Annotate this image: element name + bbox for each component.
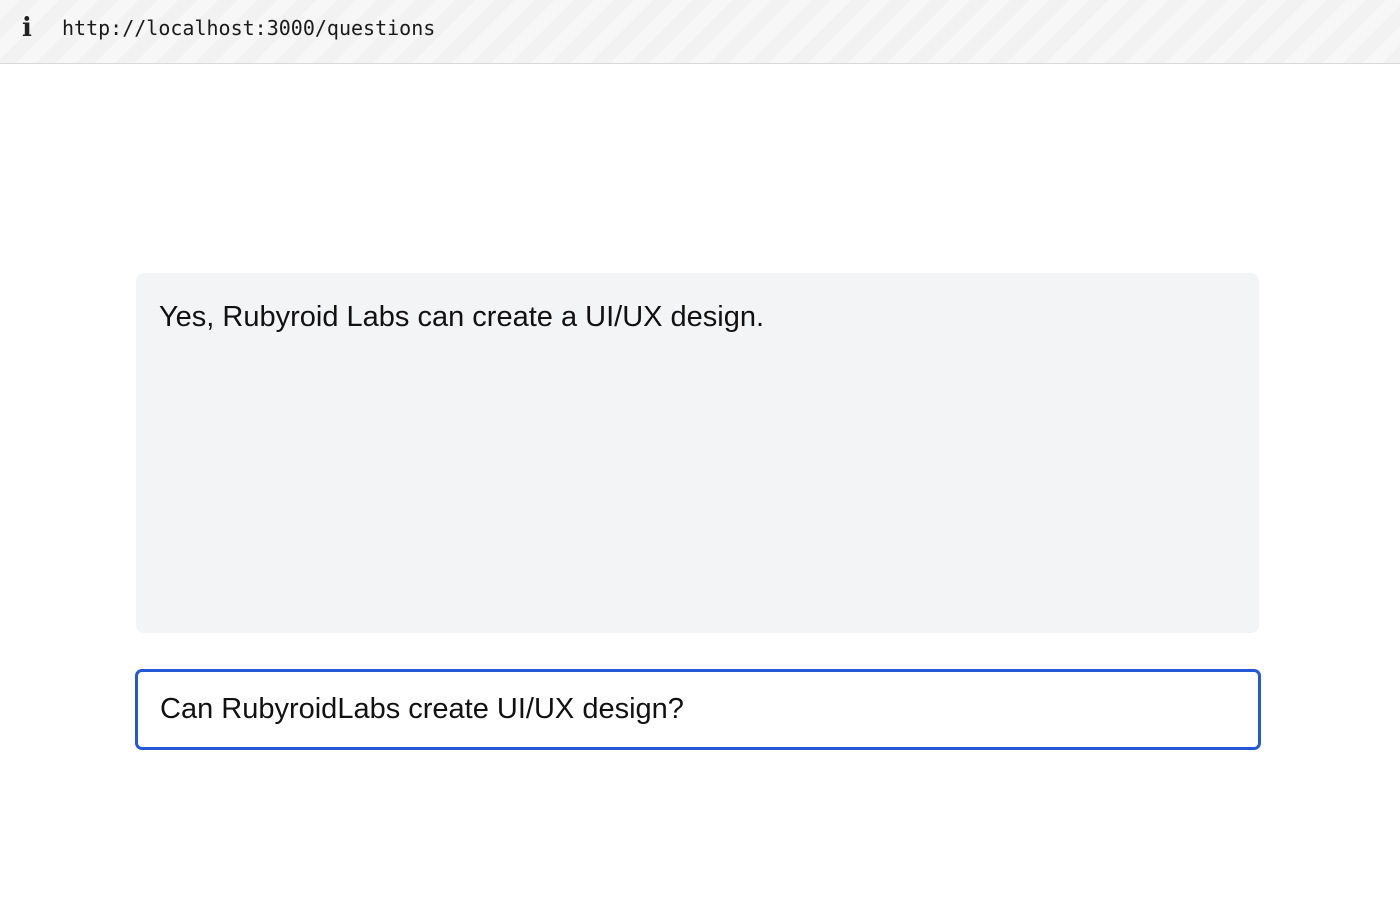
answer-box: Yes, Rubyroid Labs can create a UI/UX de… xyxy=(136,273,1259,633)
question-input[interactable] xyxy=(138,672,1258,747)
answer-text: Yes, Rubyroid Labs can create a UI/UX de… xyxy=(159,301,765,333)
question-input-container[interactable] xyxy=(135,669,1261,750)
url-text[interactable]: http://localhost:3000/questions xyxy=(62,14,435,42)
info-icon[interactable]: i xyxy=(17,13,37,43)
address-bar: i http://localhost:3000/questions xyxy=(0,0,1400,64)
